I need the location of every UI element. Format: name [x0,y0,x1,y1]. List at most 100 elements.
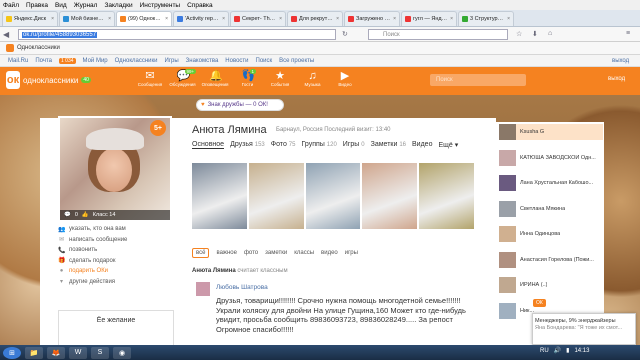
chrome-icon[interactable]: ◉ [113,346,131,359]
ok-nav-item[interactable]: ♫ Музыка [297,70,329,87]
browser-tab[interactable]: Секрет- The S...× [230,11,286,26]
profile-tab[interactable]: Фото 75 [271,141,296,149]
skype-icon[interactable]: S [91,346,109,359]
friendship-sign-button[interactable]: ♥ Знак дружбы — 0 ОК! [196,99,284,111]
menu-item[interactable]: Вид [55,2,67,9]
friend-item[interactable]: КАТЮША ЗАВОДСКОЙ Одн... [499,149,603,166]
profile-tab[interactable]: Основное [192,141,225,149]
feed-tab[interactable]: классы [294,250,314,256]
explorer-icon[interactable]: 📁 [25,346,43,359]
photo-thumbnail[interactable] [419,163,474,229]
tab-close-icon[interactable]: × [51,16,54,22]
tab-close-icon[interactable]: × [279,16,282,22]
five-plus-badge[interactable]: 5+ [150,120,166,136]
ok-logo[interactable]: ок одноклассники 40 [6,71,91,89]
profile-tab[interactable]: Ещё ▾ [438,141,458,149]
download-icon[interactable]: ⬇ [532,30,538,38]
profile-action[interactable]: 🎁 сделать подарок [58,256,174,267]
photo-class-count[interactable]: Класс 14 [93,212,116,218]
portal-exit-link[interactable]: выход [612,58,629,64]
post-avatar[interactable] [196,282,210,296]
browser-tab[interactable]: Яндекс.Диск × [2,11,58,26]
portal-link[interactable]: Mail.Ru [8,58,28,64]
menu-item[interactable]: Закладки [104,2,132,9]
ok-nav-item[interactable]: ▶ Видео [329,70,361,87]
browser-tab[interactable]: 'Activity repor... × [173,11,229,26]
profile-tab[interactable]: Заметки 16 [371,141,406,149]
friend-item[interactable]: Инна Одинцова [499,226,603,242]
tab-close-icon[interactable]: × [222,16,225,22]
profile-tab[interactable]: Группы 120 [301,141,336,149]
tab-close-icon[interactable]: × [336,16,339,22]
browser-tab[interactable]: 3 Структура - ...× [458,11,514,26]
feed-tab[interactable]: игры [345,250,358,256]
language-indicator[interactable]: RU [540,348,549,354]
ok-nav-item[interactable]: ★ События [264,70,296,87]
profile-action[interactable]: ✉ написать сообщение [58,235,174,246]
portal-link[interactable]: Поиск [256,58,273,64]
portal-link[interactable]: Одноклассники [115,58,158,64]
start-icon[interactable]: ⊞ [3,346,21,359]
menu-item[interactable]: Журнал [74,2,98,9]
menu-item[interactable]: Файл [3,2,19,9]
feed-tab[interactable]: заметки [265,250,287,256]
feed-header-name[interactable]: Анюта Лямина [192,268,236,274]
ok-nav-item[interactable]: 💬 Обсуждения 99+ [167,69,199,87]
firefox-icon[interactable]: 🦊 [47,346,65,359]
feed-tab[interactable]: важное [216,250,236,256]
star-icon[interactable]: ☆ [516,30,522,38]
profile-action[interactable]: ▾ другие действия [58,277,174,288]
browser-tab[interactable]: гугл — Яндек... × [401,11,457,26]
photo-thumbnail[interactable] [305,163,361,229]
volume-icon[interactable]: 🔊 [554,347,561,354]
profile-action[interactable]: ● подарить ОКи [58,266,174,277]
photo-thumbnail[interactable] [248,163,304,229]
back-icon[interactable]: ◀ [3,30,9,39]
portal-link[interactable]: Новости [225,58,248,64]
ok-nav-item[interactable]: ✉ Сообщения [134,70,166,87]
friend-item[interactable]: Ksusha G [499,124,603,140]
friend-item[interactable]: ИРИНА (..) [499,277,603,293]
browser-tab[interactable]: (99) Одноклас...× [116,11,172,26]
ok-search-input[interactable]: Поиск [430,74,526,86]
profile-tab[interactable]: Друзья 153 [230,141,265,149]
browser-tab[interactable]: Мой бизнес — ...× [59,11,115,26]
menu-icon[interactable]: ≡ [626,30,630,37]
profile-tab[interactable]: Видео [412,141,432,149]
friend-item[interactable]: Лана Хрустальная Кабошо... [499,175,603,191]
ok-nav-item[interactable]: 👣 Гости 1 [232,69,264,87]
tab-close-icon[interactable]: × [450,16,453,22]
word-icon[interactable]: W [69,346,87,359]
tab-close-icon[interactable]: × [393,16,396,22]
tab-close-icon[interactable]: × [507,16,510,22]
browser-tab[interactable]: Загружено 0 ... × [344,11,400,26]
profile-action[interactable]: 👥 указать, кто она вам [58,224,174,235]
tab-close-icon[interactable]: × [108,16,111,22]
feed-tab[interactable]: фото [244,250,258,256]
browser-search-input[interactable]: Поиск [368,29,508,40]
notification-popup[interactable]: Менеджеры, 9% энерджайзеры Яна Бондарева… [532,313,636,345]
home-icon[interactable]: ⌂ [548,30,552,37]
profile-tab[interactable]: Игры 0 [343,141,365,149]
photo-thumbnail[interactable] [192,163,247,229]
portal-link[interactable]: Знакомства [186,58,219,64]
url-input[interactable]: ok.ru/profile/458893036557 [18,29,336,40]
profile-action[interactable]: 📞 позвонить [58,245,174,256]
friend-item[interactable]: Анастасия Горелова (Пожи... [499,251,603,268]
photo-thumbnail[interactable] [362,163,418,229]
feed-tab[interactable]: всё [192,248,210,258]
network-icon[interactable]: ▮ [566,347,569,354]
portal-link[interactable]: Почта [35,58,52,64]
portal-link[interactable]: Все проекты [279,58,314,64]
portal-link[interactable]: Мой Мир [83,58,108,64]
friend-item[interactable]: Светлана Мякина [499,200,603,217]
menu-item[interactable]: Справка [187,2,213,9]
feed-tab[interactable]: видео [321,250,338,256]
reload-icon[interactable]: ↻ [342,30,348,38]
portal-link[interactable]: Игры [165,58,179,64]
ok-exit-link[interactable]: выход [608,76,625,82]
browser-tab[interactable]: Для рекрутир... × [287,11,343,26]
bookmark-ok[interactable]: Одноклассники [17,45,60,51]
menu-item[interactable]: Правка [26,2,48,9]
clock[interactable]: 14:13 [574,348,589,354]
